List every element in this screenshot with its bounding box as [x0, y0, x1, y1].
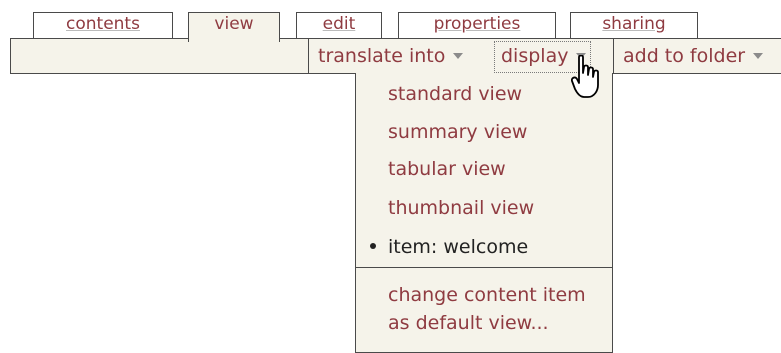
change-default-view-line2: as default view... [388, 312, 549, 334]
tab-view[interactable]: view [188, 12, 280, 42]
tab-edit[interactable]: edit [296, 12, 382, 38]
bar-divider [613, 38, 614, 74]
display-label: display [501, 45, 569, 67]
tab-contents-label: contents [66, 14, 140, 34]
tab-sharing[interactable]: sharing [570, 12, 698, 38]
hand-cursor-icon [571, 55, 599, 98]
menu-item-tabular-view[interactable]: tabular view [388, 158, 506, 180]
change-default-view-link[interactable]: change content item as default view... [388, 281, 586, 337]
tab-sharing-label: sharing [602, 14, 666, 34]
change-default-view-line1: change content item [388, 284, 586, 306]
chevron-down-icon [753, 52, 764, 59]
menu-item-standard-view[interactable]: standard view [388, 83, 522, 105]
bar-divider [308, 38, 309, 74]
translate-into-label: translate into [318, 45, 446, 67]
menu-item-summary-view[interactable]: summary view [388, 121, 527, 143]
add-to-folder-menu[interactable]: add to folder [623, 42, 764, 70]
bullet-icon [370, 243, 376, 249]
tab-properties-label: properties [433, 14, 521, 34]
menu-item-current-view: item: welcome [370, 236, 528, 258]
translate-into-menu[interactable]: translate into [318, 42, 464, 70]
menu-item-thumbnail-view[interactable]: thumbnail view [388, 197, 534, 219]
add-to-folder-label: add to folder [623, 45, 746, 67]
menu-divider [356, 267, 612, 268]
display-dropdown: standard view summary view tabular view … [355, 73, 613, 353]
tab-contents[interactable]: contents [33, 12, 173, 38]
tab-edit-label: edit [322, 14, 356, 34]
tab-properties[interactable]: properties [398, 12, 556, 38]
current-view-label: item: welcome [388, 236, 529, 258]
chevron-down-icon [453, 52, 464, 59]
tab-view-label: view [214, 14, 254, 34]
